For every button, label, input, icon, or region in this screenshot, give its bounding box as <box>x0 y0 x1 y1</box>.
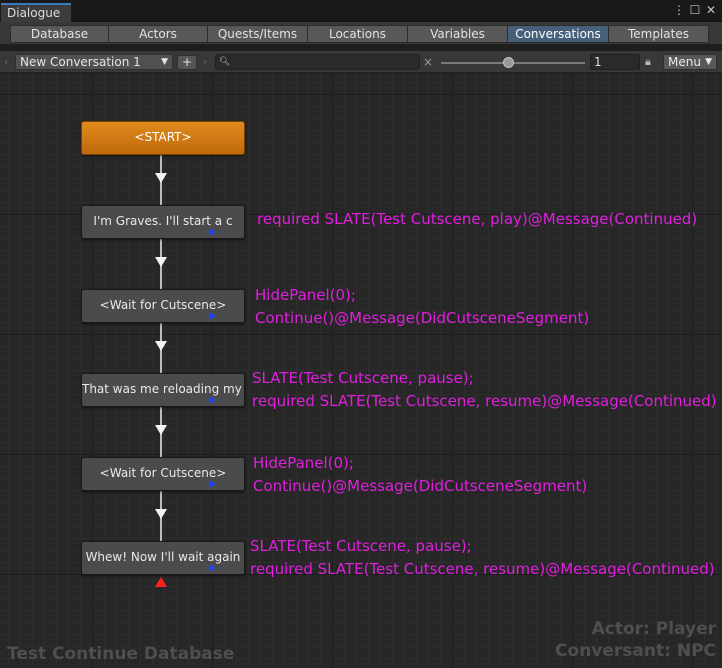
link-arrow-icon[interactable] <box>155 173 167 183</box>
script-line: required SLATE(Test Cutscene, resume)@Me… <box>252 392 717 410</box>
script-line: required SLATE(Test Cutscene, resume)@Me… <box>250 560 715 578</box>
clear-icon[interactable]: × <box>423 54 433 70</box>
script-line: HidePanel(0); <box>255 286 356 304</box>
output-port-icon[interactable] <box>209 396 216 404</box>
dialogue-node[interactable]: Whew! Now I'll wait again <box>81 541 245 575</box>
add-conversation-button[interactable]: + <box>177 55 197 70</box>
script-line: HidePanel(0); <box>253 454 354 472</box>
node-script: SLATE(Test Cutscene, pause); required SL… <box>250 535 715 581</box>
right-arrow-icon[interactable]: › <box>203 54 207 70</box>
node-title: Whew! Now I'll wait again <box>85 550 241 564</box>
link-arrow-icon[interactable] <box>155 425 167 435</box>
search-input[interactable] <box>231 55 417 69</box>
tab-templates[interactable]: Templates <box>608 25 709 43</box>
editor-tabbar: Database Actors Quests/Items Locations V… <box>0 22 722 44</box>
window-titlebar: Dialogue ⋮ ☐ ✕ <box>0 0 722 22</box>
zoom-field[interactable]: 1 <box>590 54 640 70</box>
close-icon[interactable]: ✕ <box>703 2 719 18</box>
menu-button-label: Menu <box>668 55 701 69</box>
menu-button[interactable]: Menu ▼ <box>663 54 717 70</box>
dropdown-caret-icon: ▼ <box>705 57 712 67</box>
window-tab-dialogue[interactable]: Dialogue <box>1 3 71 22</box>
node-title: I'm Graves. I'll start a c <box>93 214 233 228</box>
zoom-slider-handle[interactable] <box>503 57 515 68</box>
maximize-icon[interactable]: ☐ <box>687 2 703 18</box>
link-arrow-icon[interactable] <box>155 341 167 351</box>
left-arrow-icon[interactable]: ‹ <box>4 54 8 70</box>
search-icon: 🔍︎ <box>219 57 231 67</box>
output-port-icon[interactable] <box>209 312 216 320</box>
script-line: Continue()@Message(DidCutsceneSegment) <box>253 477 588 495</box>
node-script: HidePanel(0); Continue()@Message(DidCuts… <box>253 452 587 498</box>
output-port-icon[interactable] <box>209 564 216 572</box>
start-node[interactable]: <START> <box>81 121 245 155</box>
database-name-watermark: Test Continue Database <box>7 644 235 664</box>
dialogue-node[interactable]: I'm Graves. I'll start a c <box>81 205 245 239</box>
dialogue-node[interactable]: <Wait for Cutscene> <box>81 289 245 323</box>
node-title: <Wait for Cutscene> <box>99 466 227 480</box>
output-port-icon[interactable] <box>209 228 216 236</box>
node-title: That was me reloading my r <box>82 382 245 396</box>
tab-actors[interactable]: Actors <box>108 25 208 43</box>
link-arrow-icon[interactable] <box>155 257 167 267</box>
link-arrow-icon[interactable] <box>155 509 167 519</box>
dialogue-node[interactable]: That was me reloading my r <box>81 373 245 407</box>
conversation-dropdown[interactable]: New Conversation 1 ▼ <box>15 54 173 70</box>
conversant-watermark: Conversant: NPC <box>555 641 716 661</box>
end-arrow-icon[interactable] <box>155 577 167 587</box>
conversation-canvas[interactable]: <START> I'm Graves. I'll start a c requi… <box>0 74 722 668</box>
tab-conversations[interactable]: Conversations <box>507 25 609 43</box>
node-title: <START> <box>134 130 192 144</box>
conversation-toolbar: ‹ New Conversation 1 ▼ + › 🔍︎ × 1 🔒︎ Men… <box>0 51 722 73</box>
script-line: SLATE(Test Cutscene, pause); <box>252 369 474 387</box>
search-field[interactable]: 🔍︎ <box>215 54 420 70</box>
node-script: HidePanel(0); Continue()@Message(DidCuts… <box>255 284 589 330</box>
script-line: SLATE(Test Cutscene, pause); <box>250 537 472 555</box>
tab-quests-items[interactable]: Quests/Items <box>207 25 308 43</box>
tab-variables[interactable]: Variables <box>407 25 508 43</box>
actor-watermark: Actor: Player <box>591 619 716 639</box>
script-line: Continue()@Message(DidCutsceneSegment) <box>255 309 590 327</box>
dialogue-node[interactable]: <Wait for Cutscene> <box>81 457 245 491</box>
more-options-icon[interactable]: ⋮ <box>671 2 687 18</box>
dropdown-caret-icon: ▼ <box>161 57 168 67</box>
tab-locations[interactable]: Locations <box>307 25 408 43</box>
node-script: SLATE(Test Cutscene, pause); required SL… <box>252 367 717 413</box>
conversation-dropdown-label: New Conversation 1 <box>20 55 141 69</box>
node-title: <Wait for Cutscene> <box>99 298 227 312</box>
output-port-icon[interactable] <box>209 480 216 488</box>
node-script: required SLATE(Test Cutscene, play)@Mess… <box>257 208 697 231</box>
script-line: required SLATE(Test Cutscene, play)@Mess… <box>257 210 698 228</box>
lock-icon[interactable]: 🔒︎ <box>645 54 651 70</box>
tab-database[interactable]: Database <box>10 25 109 43</box>
